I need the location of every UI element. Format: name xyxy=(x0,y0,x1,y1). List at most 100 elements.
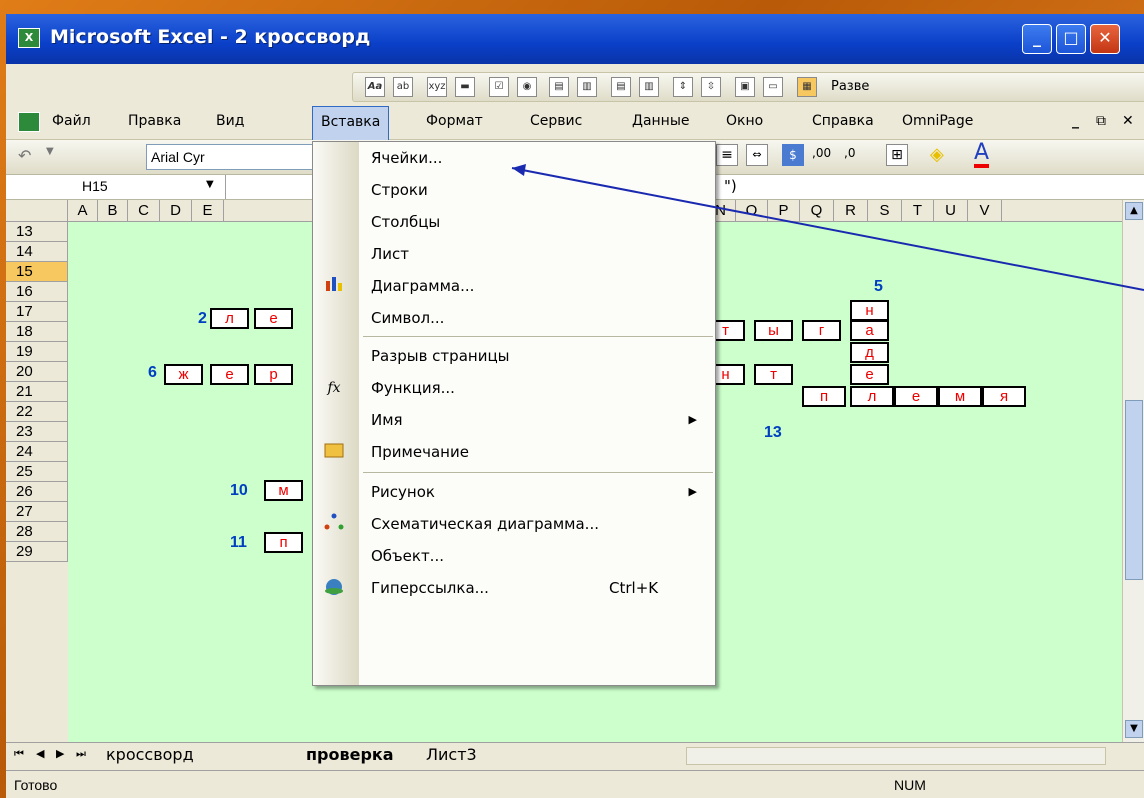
crossword-cell[interactable]: я xyxy=(982,386,1026,407)
last-sheet-icon[interactable]: ⏭ xyxy=(76,747,86,761)
column-header[interactable]: C xyxy=(128,200,160,222)
row-header[interactable]: 14 xyxy=(6,242,68,262)
crossword-cell[interactable]: е xyxy=(894,386,938,407)
next-sheet-icon[interactable]: ▶ xyxy=(56,747,64,760)
row-header[interactable]: 16 xyxy=(6,282,68,302)
menu-item-chart[interactable]: Диаграмма... xyxy=(313,270,715,302)
spinner-icon[interactable]: ⇳ xyxy=(701,77,721,97)
align-right-icon[interactable]: ≡ xyxy=(716,144,738,166)
menu-item-object[interactable]: Объект... xyxy=(313,540,715,572)
menu-tools[interactable]: Сервис xyxy=(530,113,582,129)
name-box-dropdown-icon[interactable]: ▼ xyxy=(206,179,214,190)
sheet-tab[interactable]: кроссворд xyxy=(106,745,194,764)
vertical-scrollbar[interactable]: ▲ ▼ xyxy=(1122,200,1144,742)
menu-item-function[interactable]: fx Функция... xyxy=(313,372,715,404)
menu-item-name[interactable]: Имя ▶ xyxy=(313,404,715,436)
undo-icon[interactable]: ↶ xyxy=(18,146,31,165)
row-header[interactable]: 25 xyxy=(6,462,68,482)
crossword-cell[interactable]: м xyxy=(264,480,303,501)
menu-window[interactable]: Окно xyxy=(726,113,763,129)
name-box[interactable]: H15 xyxy=(6,175,226,199)
crossword-cell[interactable]: р xyxy=(254,364,293,385)
crossword-cell[interactable]: т xyxy=(754,364,793,385)
code-icon[interactable]: ▭ xyxy=(763,77,783,97)
scroll-up-icon[interactable]: ▲ xyxy=(1125,202,1143,220)
menu-item-diagram[interactable]: Схематическая диаграмма... xyxy=(313,508,715,540)
menu-item-page-break[interactable]: Разрыв страницы xyxy=(313,340,715,372)
crossword-cell[interactable]: п xyxy=(264,532,303,553)
radio-icon[interactable]: ◉ xyxy=(517,77,537,97)
crossword-cell[interactable]: л xyxy=(850,386,894,407)
formula-text[interactable]: ") xyxy=(724,177,737,195)
menu-item-sheet[interactable]: Лист xyxy=(313,238,715,270)
menu-omnipage[interactable]: OmniPage xyxy=(902,113,973,129)
row-header[interactable]: 26 xyxy=(6,482,68,502)
row-header[interactable]: 21 xyxy=(6,382,68,402)
properties-icon[interactable]: ▣ xyxy=(735,77,755,97)
menu-item-columns[interactable]: Столбцы xyxy=(313,206,715,238)
row-header[interactable]: 18 xyxy=(6,322,68,342)
menu-format[interactable]: Формат xyxy=(426,113,483,129)
excel-doc-icon[interactable] xyxy=(18,112,40,132)
combo-list-icon[interactable]: ▥ xyxy=(639,77,659,97)
sheet-tab-active[interactable]: проверка xyxy=(306,745,394,764)
menu-insert[interactable]: Вставка xyxy=(312,106,390,140)
column-header[interactable]: U xyxy=(934,200,968,222)
row-header[interactable]: 24 xyxy=(6,442,68,462)
grid-icon[interactable]: ▦ xyxy=(797,77,817,97)
menu-data[interactable]: Данные xyxy=(632,113,690,129)
row-header[interactable]: 28 xyxy=(6,522,68,542)
scroll-icon[interactable]: ⇕ xyxy=(673,77,693,97)
column-header[interactable]: T xyxy=(902,200,934,222)
row-header[interactable]: 22 xyxy=(6,402,68,422)
crossword-cell[interactable]: е xyxy=(254,308,293,329)
prev-sheet-icon[interactable]: ◀ xyxy=(36,747,44,760)
row-header[interactable]: 17 xyxy=(6,302,68,322)
crossword-cell[interactable]: ы xyxy=(754,320,793,341)
increase-decimal-icon[interactable]: ,00 xyxy=(812,146,831,160)
crossword-cell[interactable]: г xyxy=(802,320,841,341)
crossword-cell[interactable]: н xyxy=(850,300,889,321)
borders-icon[interactable]: ⊞ xyxy=(886,144,908,166)
menu-item-cells[interactable]: Ячейки... xyxy=(313,142,715,174)
crossword-cell[interactable]: п xyxy=(802,386,846,407)
doc-minimize-icon[interactable]: _ xyxy=(1072,113,1079,129)
menu-item-rows[interactable]: Строки xyxy=(313,174,715,206)
button-icon[interactable]: ▬ xyxy=(455,77,475,97)
column-header[interactable]: Q xyxy=(800,200,834,222)
close-button[interactable]: ✕ xyxy=(1090,24,1120,54)
text-box-icon[interactable]: ab xyxy=(393,77,413,97)
row-header[interactable]: 20 xyxy=(6,362,68,382)
minimize-button[interactable]: _ xyxy=(1022,24,1052,54)
row-header[interactable]: 13 xyxy=(6,222,68,242)
column-header[interactable]: E xyxy=(192,200,224,222)
crossword-cell[interactable]: ж xyxy=(164,364,203,385)
maximize-button[interactable]: □ xyxy=(1056,24,1086,54)
merge-icon[interactable]: ⇔ xyxy=(746,144,768,166)
crossword-cell[interactable]: а xyxy=(850,320,889,341)
crossword-cell[interactable]: е xyxy=(850,364,889,385)
combo-icon[interactable]: ▥ xyxy=(577,77,597,97)
font-color-icon[interactable]: A xyxy=(974,142,990,168)
first-sheet-icon[interactable]: ⏮ xyxy=(14,747,24,761)
doc-close-icon[interactable]: ✕ xyxy=(1122,113,1134,129)
frame-icon[interactable]: xyz xyxy=(427,77,447,97)
row-header-selected[interactable]: 15 xyxy=(6,262,68,282)
list-box-icon[interactable]: ▤ xyxy=(611,77,631,97)
menu-file[interactable]: Файл xyxy=(52,113,91,129)
crossword-cell[interactable]: л xyxy=(210,308,249,329)
fill-color-icon[interactable]: ◈ xyxy=(930,144,944,165)
crossword-cell[interactable]: д xyxy=(850,342,889,363)
menu-edit[interactable]: Правка xyxy=(128,113,181,129)
scroll-down-icon[interactable]: ▼ xyxy=(1125,720,1143,738)
row-header[interactable]: 19 xyxy=(6,342,68,362)
doc-restore-icon[interactable]: ⧉ xyxy=(1096,113,1106,129)
checkbox-icon[interactable]: ☑ xyxy=(489,77,509,97)
column-header[interactable]: S xyxy=(868,200,902,222)
column-header[interactable]: O xyxy=(736,200,768,222)
column-header[interactable]: B xyxy=(98,200,128,222)
crossword-cell[interactable]: е xyxy=(210,364,249,385)
wordart-icon[interactable]: Aa xyxy=(365,77,385,97)
column-header[interactable]: P xyxy=(768,200,800,222)
scroll-thumb[interactable] xyxy=(1125,400,1143,580)
